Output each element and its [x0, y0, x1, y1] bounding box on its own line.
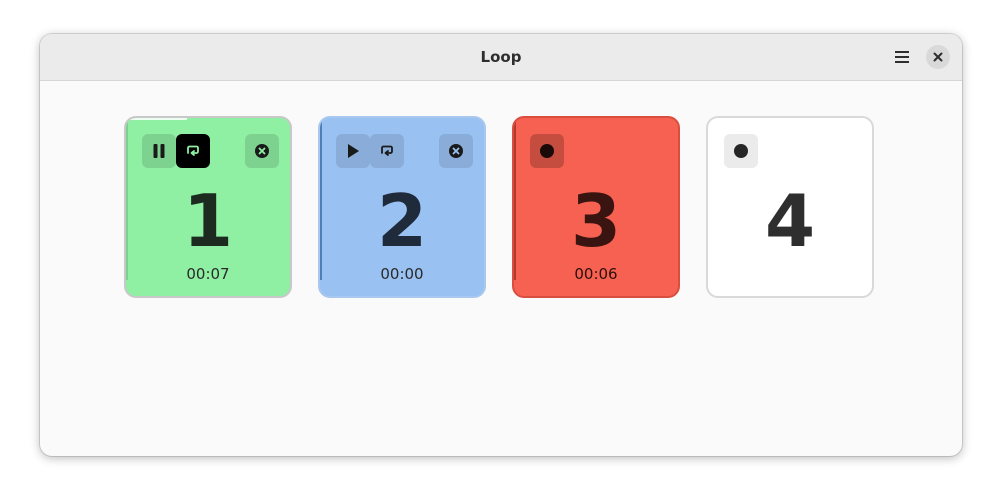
loop-card-3[interactable]: 3 00:06 — [512, 116, 680, 298]
loop-icon — [379, 143, 395, 159]
loop-time: 00:07 — [186, 265, 230, 283]
loop-card-2[interactable]: 2 00:00 — [318, 116, 486, 298]
window-close-button[interactable] — [926, 45, 950, 69]
loop-icon — [185, 143, 201, 159]
remove-loop-button[interactable] — [245, 134, 279, 168]
record-icon — [733, 143, 749, 159]
pause-button[interactable] — [142, 134, 176, 168]
play-button[interactable] — [336, 134, 370, 168]
loop-time: 00:06 — [574, 265, 618, 283]
header-bar: Loop — [40, 34, 962, 81]
loop-number: 3 — [570, 179, 622, 263]
remove-icon — [448, 143, 464, 159]
loop-time: 00:00 — [380, 265, 424, 283]
pause-icon — [152, 143, 166, 159]
play-icon — [346, 143, 360, 159]
record-icon — [539, 143, 555, 159]
loop-card-1[interactable]: 1 00:07 — [124, 116, 292, 298]
close-icon — [933, 52, 943, 62]
loops-area: 1 00:07 2 00:00 3 00:06 4 — [40, 81, 962, 456]
remove-icon — [254, 143, 270, 159]
loop-number: 1 — [182, 179, 234, 263]
app-window: Loop 1 00:07 2 00:00 3 00:06 4 — [40, 34, 962, 456]
remove-loop-button[interactable] — [439, 134, 473, 168]
main-menu-button[interactable] — [888, 43, 916, 71]
loop-number: 2 — [376, 179, 428, 263]
loop-number: 4 — [764, 179, 816, 263]
window-title: Loop — [480, 48, 522, 66]
loop-toggle-button[interactable] — [176, 134, 210, 168]
record-button[interactable] — [724, 134, 758, 168]
loop-toggle-button[interactable] — [370, 134, 404, 168]
loop-progress-bar — [126, 118, 187, 120]
hamburger-menu-icon — [894, 50, 910, 64]
record-button[interactable] — [530, 134, 564, 168]
loop-card-4[interactable]: 4 — [706, 116, 874, 298]
